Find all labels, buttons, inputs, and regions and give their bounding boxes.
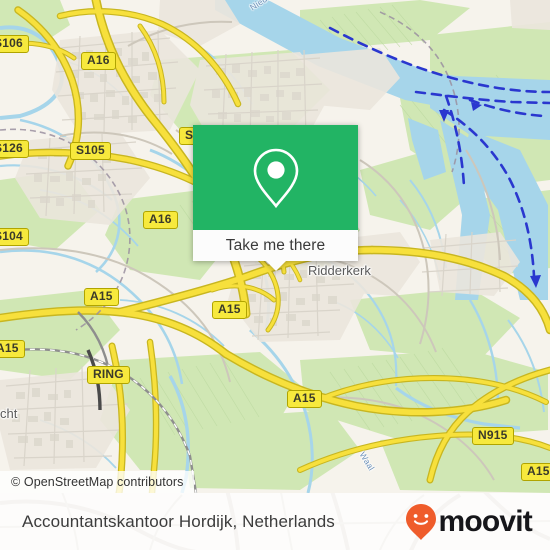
footer-bar: Accountantskantoor Hordijk, Netherlands … bbox=[0, 493, 550, 550]
location-pin-icon bbox=[253, 148, 298, 208]
moovit-smiley-pin-icon bbox=[406, 503, 437, 540]
callout-pointer-tail bbox=[265, 261, 286, 271]
moovit-map-screenshot: Ridderkerk cht Nieuwe Maas Waal S106 A16… bbox=[0, 0, 550, 550]
map-canvas[interactable]: Ridderkerk cht Nieuwe Maas Waal S106 A16… bbox=[0, 0, 550, 493]
take-me-there-button[interactable]: Take me there bbox=[193, 230, 358, 271]
location-callout-card[interactable]: Take me there bbox=[193, 125, 358, 271]
osm-attribution[interactable]: © OpenStreetMap contributors bbox=[0, 471, 194, 493]
moovit-brand-logo[interactable]: moovit bbox=[405, 503, 533, 541]
take-me-there-label: Take me there bbox=[225, 236, 326, 254]
callout-marker-area[interactable] bbox=[193, 125, 358, 230]
osm-attribution-text: © OpenStreetMap contributors bbox=[11, 475, 184, 489]
page-title: Accountantskantoor Hordijk, Netherlands bbox=[22, 511, 335, 531]
moovit-wordmark: moovit bbox=[438, 504, 532, 538]
